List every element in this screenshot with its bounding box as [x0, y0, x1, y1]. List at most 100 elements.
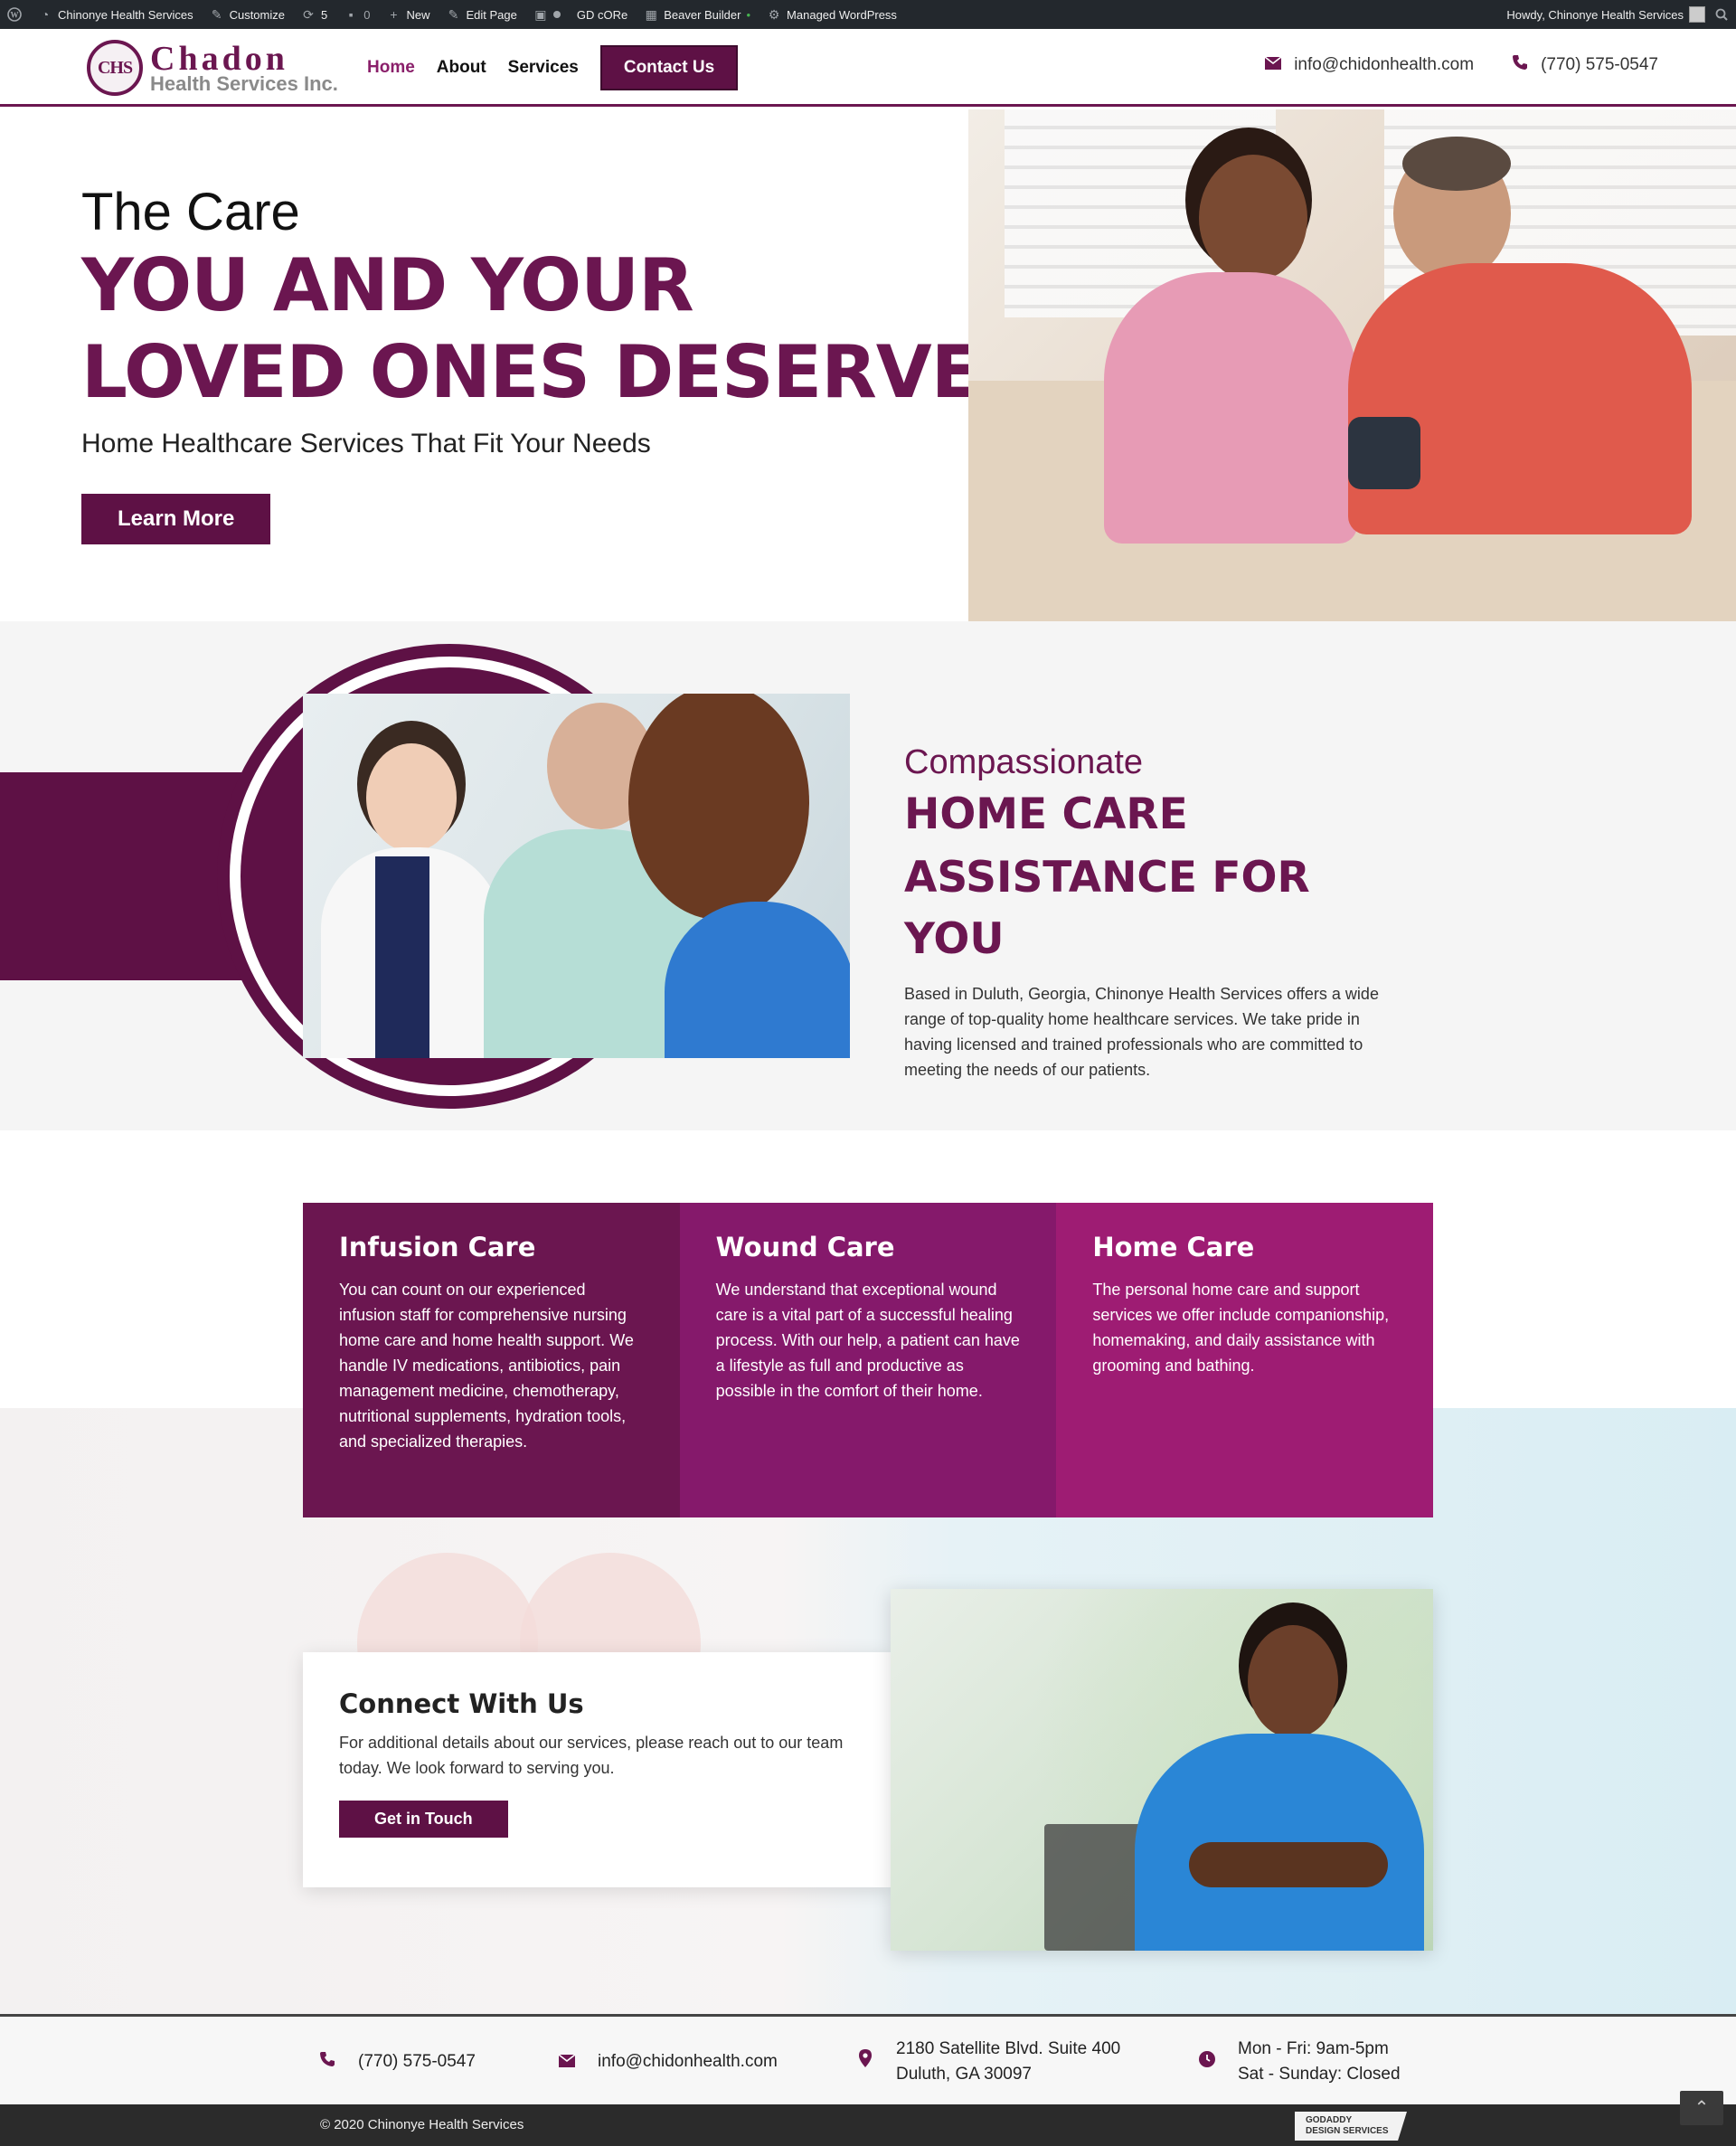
phone-icon	[1512, 54, 1528, 75]
gear-icon: ⚙	[768, 6, 780, 22]
clock-icon	[1198, 2049, 1216, 2075]
about-heading-line-1: HOME CARE	[904, 789, 1188, 839]
site-name-label: Chinonye Health Services	[58, 7, 193, 22]
scroll-to-top-button[interactable]: ⌃	[1680, 2091, 1723, 2125]
brush-icon: ✎	[211, 6, 222, 22]
hero-text: The Care YOU AND YOUR LOVED ONES DESERVE…	[81, 182, 980, 544]
service-card-title: Wound Care	[715, 1232, 895, 1262]
envelope-icon	[1264, 55, 1282, 74]
service-card-body: The personal home care and support servi…	[1092, 1281, 1390, 1375]
nav-home[interactable]: Home	[367, 58, 415, 78]
header-phone[interactable]: (770) 575-0547	[1512, 54, 1658, 75]
service-card-title: Home Care	[1092, 1232, 1255, 1262]
learn-more-button[interactable]: Learn More	[81, 494, 271, 544]
get-in-touch-button[interactable]: Get in Touch	[339, 1801, 508, 1838]
service-card-wound: Wound Care We understand that exceptiona…	[679, 1203, 1057, 1517]
builder-status-icon: •	[746, 7, 751, 22]
my-account-menu[interactable]: Howdy, Chinonye Health Services	[1506, 6, 1705, 23]
hero-eyebrow: The Care	[81, 183, 300, 241]
copyright-text: © 2020 Chinonye Health Services	[320, 2117, 524, 2132]
gd-core-menu[interactable]: GD cORe	[577, 8, 627, 22]
builder-icon: ▦	[645, 6, 657, 22]
seo-icon: ▣	[534, 6, 547, 22]
copyright-bar: © 2020 Chinonye Health Services GODADDY …	[0, 2104, 1736, 2146]
beaver-builder-label: Beaver Builder	[664, 7, 741, 22]
phone-icon	[318, 2049, 336, 2075]
dashboard-icon: ◔	[41, 7, 50, 22]
edit-page-menu[interactable]: ✎ Edit Page	[446, 6, 517, 22]
logo-name: Chadon	[150, 40, 288, 78]
site-name-menu[interactable]: ◔ Chinonye Health Services	[38, 7, 193, 22]
comments-count: 0	[363, 7, 371, 22]
avatar	[1689, 6, 1705, 23]
managed-wp-label: Managed WordPress	[787, 7, 897, 22]
updates-menu[interactable]: ⟳ 5	[301, 7, 327, 22]
main-nav: Home About Services Contact Us	[367, 45, 739, 90]
customize-label: Customize	[229, 7, 285, 22]
howdy-label: Howdy, Chinonye Health Services	[1506, 7, 1684, 22]
connect-photo-smiling-nurse	[891, 1589, 1433, 1951]
pencil-icon: ✎	[448, 6, 459, 22]
envelope-icon	[558, 2049, 576, 2075]
connect-card: Connect With Us For additional details a…	[303, 1652, 891, 1887]
footer-info-bar: (770) 575-0547 info@chidonhealth.com 218…	[0, 2014, 1736, 2104]
header-email-text: info@chidonhealth.com	[1294, 54, 1475, 74]
footer-phone[interactable]: (770) 575-0547	[318, 2049, 558, 2075]
service-card-body: We understand that exceptional wound car…	[715, 1281, 1020, 1400]
service-card-body: You can count on our experienced infusio…	[339, 1281, 634, 1451]
new-content-menu[interactable]: + New	[386, 7, 429, 22]
connect-body: For additional details about our service…	[339, 1734, 844, 1777]
customize-menu[interactable]: ✎ Customize	[210, 7, 285, 22]
edit-page-label: Edit Page	[466, 7, 517, 22]
chevron-up-icon: ⌃	[1694, 2098, 1710, 2118]
hero-section: The Care YOU AND YOUR LOVED ONES DESERVE…	[0, 109, 1736, 621]
hero-heading-line-1: YOU AND YOUR	[81, 243, 694, 327]
site-header: CHS Chadon Health Services Inc. Home Abo…	[0, 29, 1736, 107]
badge-line-1: GODADDY	[1306, 2115, 1353, 2125]
comments-menu[interactable]: ▪ 0	[344, 7, 371, 22]
footer-email-text: info@chidonhealth.com	[598, 2052, 778, 2071]
about-section: Compassionate HOME CARE ASSISTANCE FOR Y…	[0, 621, 1736, 1130]
badge-line-2: DESIGN SERVICES	[1306, 2126, 1389, 2136]
hero-subtitle: Home Healthcare Services That Fit Your N…	[81, 429, 651, 459]
godaddy-design-badge[interactable]: GODADDY DESIGN SERVICES	[1295, 2112, 1407, 2141]
footer-phone-text: (770) 575-0547	[358, 2052, 476, 2071]
footer-email[interactable]: info@chidonhealth.com	[558, 2049, 856, 2075]
map-pin-icon	[856, 2049, 874, 2075]
about-photo-doctor-patient-nurse	[303, 694, 850, 1058]
connect-title: Connect With Us	[339, 1688, 584, 1719]
nav-services[interactable]: Services	[508, 58, 579, 78]
header-contact: info@chidonhealth.com (770) 575-0547	[1264, 54, 1658, 75]
about-eyebrow: Compassionate	[904, 743, 1144, 781]
site-logo[interactable]: CHS Chadon Health Services Inc.	[87, 40, 338, 96]
wordpress-logo-menu[interactable]: W	[7, 7, 22, 22]
about-body: Based in Duluth, Georgia, Chinonye Healt…	[904, 985, 1379, 1079]
logo-subtitle: Health Services Inc.	[150, 72, 338, 95]
refresh-icon: ⟳	[303, 6, 314, 22]
footer-hours-line-2: Sat - Sunday: Closed	[1238, 2065, 1401, 2084]
managed-wp-menu[interactable]: ⚙ Managed WordPress	[767, 7, 897, 22]
logo-mark: CHS	[87, 40, 143, 96]
service-cards: Infusion Care You can count on our exper…	[303, 1203, 1434, 1517]
comment-icon: ▪	[348, 7, 354, 22]
wordpress-icon: W	[7, 7, 22, 22]
service-card-title: Infusion Care	[339, 1232, 536, 1262]
header-phone-text: (770) 575-0547	[1541, 54, 1658, 74]
hero-photo-nurse-with-patient	[968, 109, 1736, 621]
about-heading-line-2: ASSISTANCE FOR YOU	[904, 853, 1310, 964]
svg-text:W: W	[11, 11, 19, 20]
footer-hours: Mon - Fri: 9am-5pm Sat - Sunday: Closed	[1198, 2037, 1424, 2087]
footer-hours-line-1: Mon - Fri: 9am-5pm	[1238, 2039, 1389, 2058]
service-card-home: Home Care The personal home care and sup…	[1056, 1203, 1434, 1517]
beaver-builder-menu[interactable]: ▦ Beaver Builder •	[644, 7, 750, 22]
nav-contact-button[interactable]: Contact Us	[599, 45, 739, 90]
about-text: Compassionate HOME CARE ASSISTANCE FOR Y…	[904, 743, 1410, 1082]
seo-menu[interactable]: ▣	[533, 7, 561, 22]
seo-status-dot	[552, 11, 561, 18]
plus-icon: +	[390, 7, 398, 22]
header-email[interactable]: info@chidonhealth.com	[1264, 54, 1475, 75]
search-icon[interactable]	[1714, 7, 1729, 22]
hero-heading-line-2: LOVED ONES DESERVE	[81, 330, 980, 414]
nav-about[interactable]: About	[437, 58, 486, 78]
updates-count: 5	[321, 7, 328, 22]
